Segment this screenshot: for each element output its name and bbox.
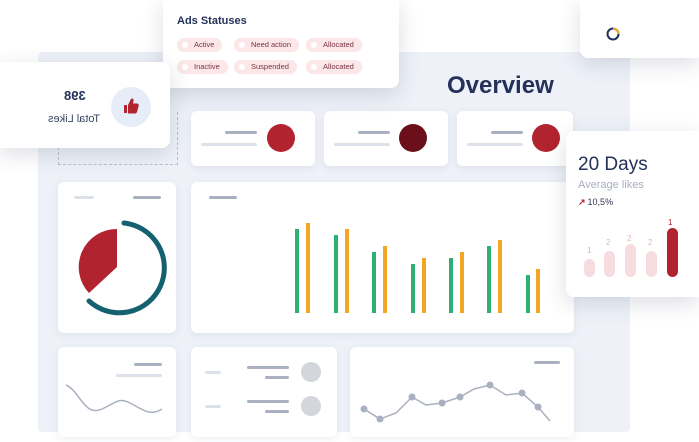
total-likes-label: Total Likes <box>48 113 100 125</box>
days-change: ↗ 10,5% <box>578 197 614 207</box>
page-title: Overview <box>447 72 554 99</box>
total-likes-value: 398 <box>64 88 86 103</box>
status-chip-inactive[interactable]: Inactive <box>177 60 228 74</box>
loading-spinner-icon <box>606 27 620 41</box>
list-card <box>191 347 337 437</box>
spinner-card <box>580 0 699 58</box>
status-chip-need-action[interactable]: Need action <box>234 38 300 52</box>
ads-statuses-title: Ads Statuses <box>177 15 247 27</box>
arrow-up-right-icon: ↗ <box>578 197 586 207</box>
days-subtitle: Average likes <box>578 179 644 191</box>
pie-chart <box>78 220 167 316</box>
days-mini-chart <box>584 228 678 277</box>
stat-card-2 <box>324 111 448 166</box>
status-dot-icon <box>399 124 427 152</box>
status-chip-active[interactable]: Active <box>177 38 223 52</box>
days-title: 20 Days <box>578 154 648 175</box>
stat-card-1 <box>191 111 315 166</box>
status-dot-icon <box>532 124 560 152</box>
thumbs-up-icon <box>111 87 151 127</box>
status-chip-allocated-2[interactable]: Allocated <box>306 60 362 74</box>
status-dot-icon <box>267 124 295 152</box>
status-chip-allocated[interactable]: Allocated <box>306 38 362 52</box>
status-chip-suspended[interactable]: Suspended <box>234 60 297 74</box>
bar-chart <box>295 223 540 313</box>
stat-card-3 <box>457 111 573 166</box>
bar-chart-card <box>191 182 574 333</box>
ads-statuses-panel: Ads Statuses Active Need action Allocate… <box>163 0 399 88</box>
line-card-small <box>58 347 176 437</box>
line-card-large <box>350 347 574 437</box>
pie-chart-card <box>58 182 176 333</box>
